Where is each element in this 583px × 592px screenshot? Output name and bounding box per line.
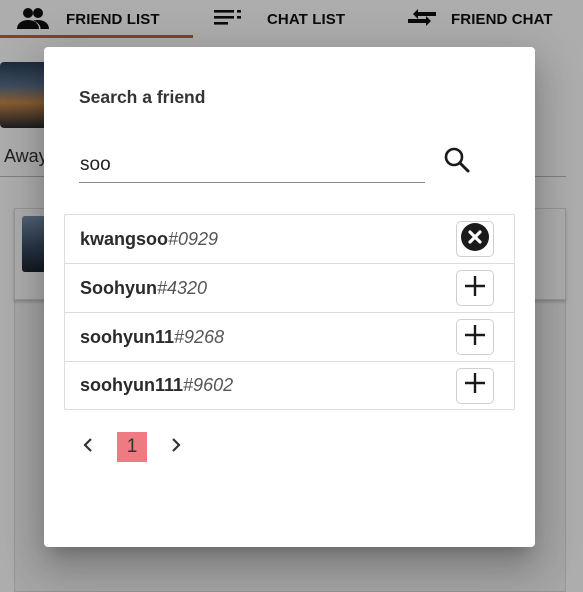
search-input[interactable] [79, 147, 425, 183]
list-item: kwangsoo#0929 [65, 215, 514, 264]
plus-icon [462, 322, 488, 353]
previous-page-button[interactable] [79, 431, 97, 463]
add-friend-button[interactable] [456, 270, 494, 306]
chevron-left-icon [82, 436, 94, 459]
next-page-button[interactable] [167, 431, 185, 463]
friend-name: Soohyun [80, 277, 157, 298]
friend-name: kwangsoo [80, 228, 169, 249]
list-item: Soohyun#4320 [65, 264, 514, 313]
dialog-title: Search a friend [79, 87, 206, 107]
list-item: soohyun11#9268 [65, 313, 514, 362]
pagination: 1 [79, 431, 185, 463]
add-friend-button[interactable] [456, 367, 494, 404]
page-number-current[interactable]: 1 [117, 432, 147, 462]
friend-name: soohyun111 [80, 375, 184, 395]
plus-icon [462, 273, 488, 304]
list-item: soohyun111#9602 [65, 362, 514, 409]
search-results-list: kwangsoo#0929 Soohyun#4320 soohyun11#926… [64, 214, 515, 410]
search-friend-dialog: Search a friend kwangsoo#0929 [44, 47, 535, 547]
remove-friend-button[interactable] [456, 221, 494, 257]
search-icon [442, 145, 472, 180]
plus-icon [462, 370, 488, 401]
close-circle-icon [460, 222, 490, 257]
search-button[interactable] [440, 145, 474, 179]
add-friend-button[interactable] [456, 319, 494, 355]
chevron-right-icon [170, 436, 182, 459]
friend-tag: #4320 [157, 277, 208, 298]
friend-tag: #0929 [168, 228, 219, 249]
friend-tag: #9602 [183, 375, 234, 395]
friend-name: soohyun11 [80, 326, 175, 347]
friend-tag: #9268 [174, 326, 225, 347]
